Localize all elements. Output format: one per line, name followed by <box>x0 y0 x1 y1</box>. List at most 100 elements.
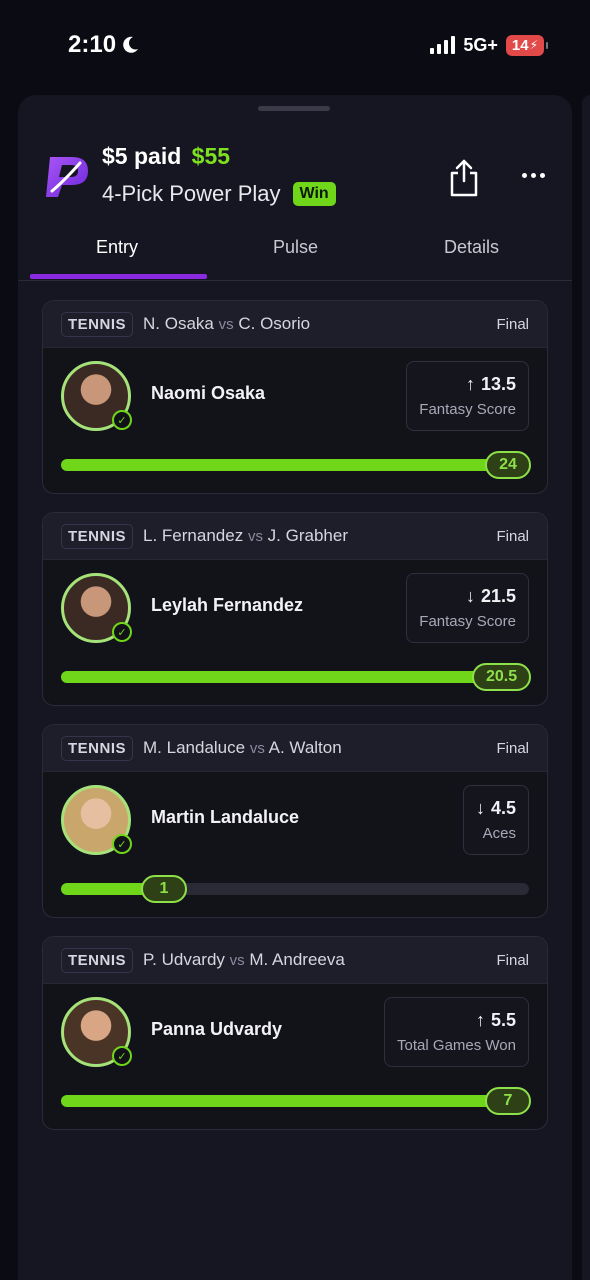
pick-card-header: TENNIS M. Landaluce vs A. Walton Final <box>43 725 547 772</box>
projection-box: ↑ 13.5 Fantasy Score <box>406 361 529 431</box>
checkmark-icon: ✓ <box>112 410 132 430</box>
checkmark-icon: ✓ <box>112 834 132 854</box>
matchup-player-b: C. Osorio <box>238 314 311 333</box>
matchup-player-a: N. Osaka <box>143 314 214 333</box>
matchup-player-a: L. Fernandez <box>143 526 244 545</box>
checkmark-icon: ✓ <box>112 622 132 642</box>
player-name: Panna Udvardy <box>151 1019 283 1039</box>
prizepicks-logo-icon <box>46 157 88 197</box>
next-sheet-edge <box>582 95 590 1280</box>
signal-icon <box>430 36 456 54</box>
projection-line: ↓ 4.5 <box>476 798 516 819</box>
tab-pulse[interactable]: Pulse <box>273 237 318 258</box>
network-label: 5G+ <box>463 34 498 55</box>
matchup: P. Udvardy vs M. Andreeva <box>143 950 345 970</box>
progress-track: 24 <box>61 451 531 479</box>
battery-level: 14 <box>511 36 529 54</box>
game-status: Final <box>496 527 529 545</box>
moon-icon <box>123 36 139 53</box>
entry-subtitle: 4-Pick Power Play Win <box>102 181 336 207</box>
stat-type: Total Games Won <box>397 1037 516 1054</box>
line-value: 4.5 <box>490 798 516 818</box>
pick-card[interactable]: TENNIS P. Udvardy vs M. Andreeva Final ✓… <box>42 936 548 1130</box>
tab-details[interactable]: Details <box>444 237 499 258</box>
pick-card-header: TENNIS N. Osaka vs C. Osorio Final <box>43 301 547 348</box>
arrow-up-icon: ↑ <box>465 374 475 394</box>
share-icon[interactable] <box>448 159 480 197</box>
line-value: 21.5 <box>480 586 516 606</box>
progress-fill <box>61 1095 529 1107</box>
pick-card[interactable]: TENNIS L. Fernandez vs J. Grabher Final … <box>42 512 548 706</box>
matchup: N. Osaka vs C. Osorio <box>143 314 310 334</box>
projection-box: ↓ 4.5 Aces <box>462 785 529 855</box>
projection-line: ↑ 5.5 <box>397 1010 516 1031</box>
game-status: Final <box>496 951 529 969</box>
matchup-vs: vs <box>229 952 245 969</box>
win-badge: Win <box>292 182 336 206</box>
stat-type: Fantasy Score <box>419 401 516 418</box>
entry-amount: $5 paid $55 <box>102 143 230 170</box>
matchup-vs: vs <box>218 316 234 333</box>
status-indicators: 5G+ 14 ⚡ <box>430 34 549 56</box>
more-options-icon[interactable] <box>522 173 545 178</box>
sport-tag: TENNIS <box>61 311 134 337</box>
pick-card-header: TENNIS P. Udvardy vs M. Andreeva Final <box>43 937 547 984</box>
status-time: 2:10 <box>68 31 140 59</box>
matchup-player-b: M. Andreeva <box>249 950 345 969</box>
progress-track: 7 <box>61 1087 531 1115</box>
checkmark-icon: ✓ <box>112 1046 132 1066</box>
progress-track: 20.5 <box>61 663 532 691</box>
projection-box: ↑ 5.5 Total Games Won <box>384 997 529 1067</box>
pick-card[interactable]: TENNIS M. Landaluce vs A. Walton Final ✓… <box>42 724 548 918</box>
game-status: Final <box>496 739 529 757</box>
payout-amount: $55 <box>191 143 231 169</box>
progress-fill <box>61 671 506 683</box>
matchup-vs: vs <box>247 528 263 545</box>
player-avatar: ✓ <box>61 361 132 431</box>
sport-tag: TENNIS <box>61 735 134 761</box>
player-name: Naomi Osaka <box>151 383 266 403</box>
tab-entry[interactable]: Entry <box>96 237 138 258</box>
result-pill: 1 <box>141 875 187 903</box>
projection-line: ↓ 21.5 <box>419 586 516 607</box>
progress-track: 1 <box>61 875 529 903</box>
line-value: 13.5 <box>480 374 516 394</box>
line-value: 5.5 <box>490 1010 516 1030</box>
result-pill: 7 <box>485 1087 531 1115</box>
arrow-up-icon: ↑ <box>475 1010 485 1030</box>
player-name: Martin Landaluce <box>151 807 300 827</box>
player-name: Leylah Fernandez <box>151 595 304 615</box>
pick-card-header: TENNIS L. Fernandez vs J. Grabher Final <box>43 513 547 560</box>
stat-type: Aces <box>482 825 516 842</box>
projection-line: ↑ 13.5 <box>419 374 516 395</box>
player-avatar: ✓ <box>61 573 132 643</box>
matchup: M. Landaluce vs A. Walton <box>143 738 342 758</box>
sport-tag: TENNIS <box>61 947 134 973</box>
arrow-down-icon: ↓ <box>475 798 485 818</box>
progress-fill <box>61 459 529 471</box>
paid-amount: $5 paid <box>102 143 182 169</box>
active-tab-indicator <box>30 274 207 279</box>
entry-type: 4-Pick Power Play <box>102 181 281 206</box>
charging-icon: ⚡ <box>529 38 538 52</box>
sport-tag: TENNIS <box>61 523 134 549</box>
sheet-grabber[interactable] <box>258 106 330 111</box>
player-avatar: ✓ <box>61 997 132 1067</box>
matchup-player-b: J. Grabher <box>267 526 348 545</box>
result-pill: 20.5 <box>472 663 532 691</box>
stat-type: Fantasy Score <box>419 613 516 630</box>
matchup-player-a: M. Landaluce <box>143 738 246 757</box>
matchup: L. Fernandez vs J. Grabher <box>143 526 348 546</box>
clock-time: 2:10 <box>68 31 117 58</box>
game-status: Final <box>496 315 529 333</box>
entry-sheet: $5 paid $55 4-Pick Power Play Win Entry … <box>18 95 572 1280</box>
pick-card[interactable]: TENNIS N. Osaka vs C. Osorio Final ✓ Nao… <box>42 300 548 494</box>
entry-tabs: Entry Pulse Details <box>18 225 572 281</box>
matchup-player-a: P. Udvardy <box>143 950 225 969</box>
matchup-vs: vs <box>249 740 265 757</box>
matchup-player-b: A. Walton <box>268 738 342 757</box>
result-pill: 24 <box>485 451 531 479</box>
projection-box: ↓ 21.5 Fantasy Score <box>406 573 529 643</box>
arrow-down-icon: ↓ <box>465 586 475 606</box>
battery-icon: 14 ⚡ <box>505 34 549 56</box>
